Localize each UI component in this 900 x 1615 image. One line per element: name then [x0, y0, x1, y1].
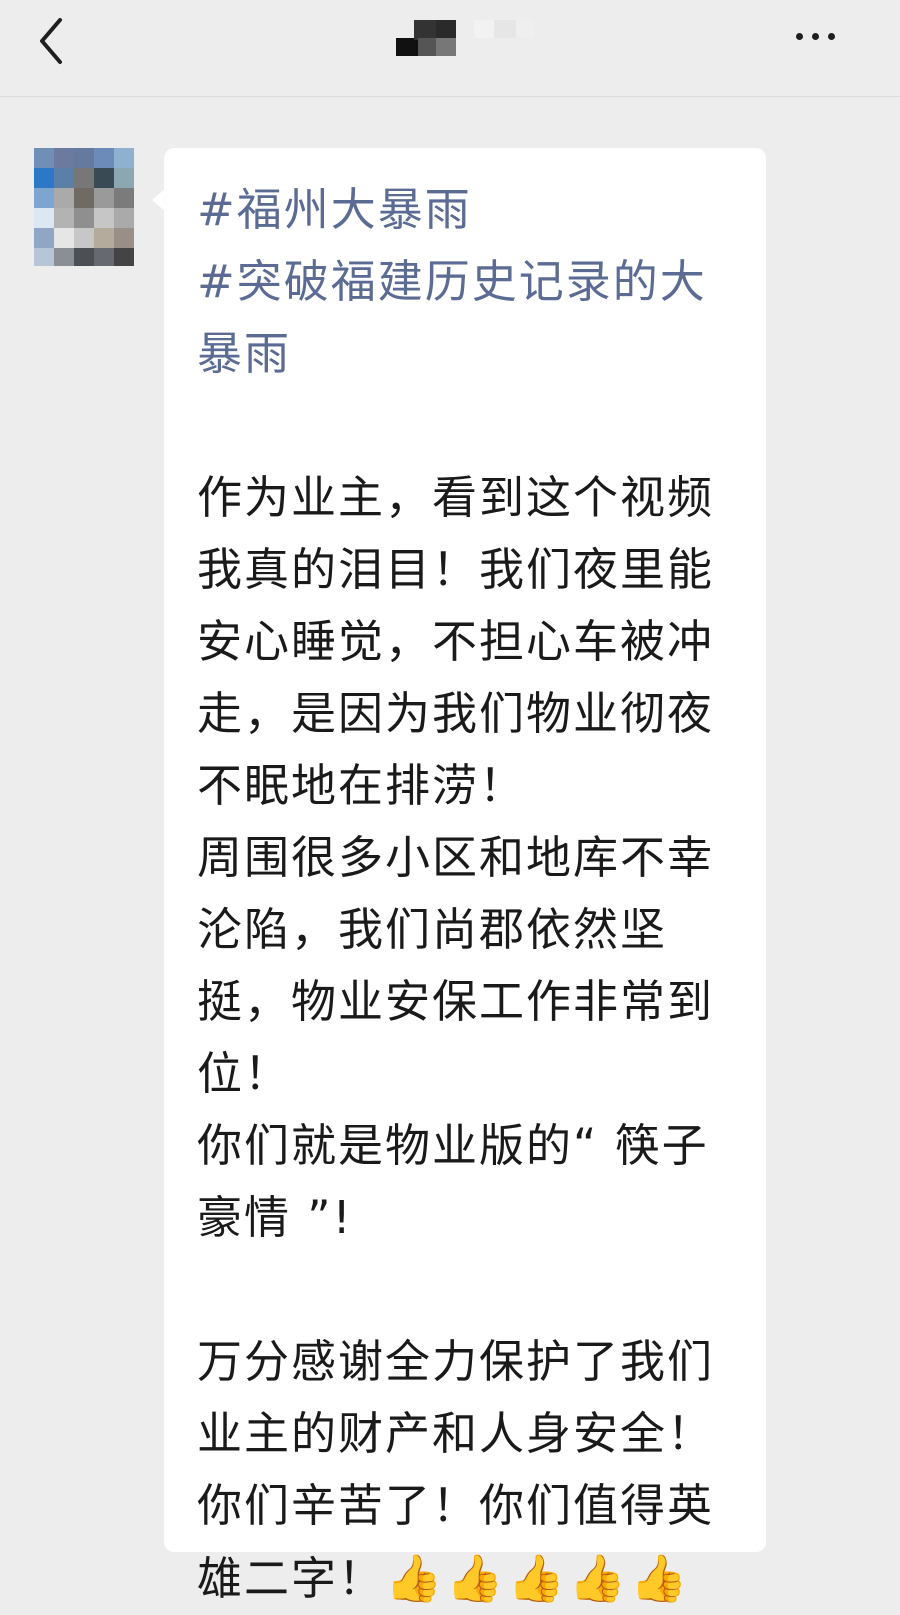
chat-title-redacted [396, 18, 546, 62]
message-paragraph-2-block: 万分感谢全力保护了我们业主的财产和人身安全！ 你们辛苦了！你们值得英雄二字！👍👍… [197, 1326, 746, 1615]
user-avatar-icon[interactable] [34, 148, 134, 266]
message-bubble[interactable]: #福州大暴雨 #突破福建历史记录的大暴雨 作为业主，看到这个视频我真的泪目！我们… [164, 148, 766, 1605]
hashtag-link[interactable]: #福州大暴雨 [197, 174, 746, 246]
hashtag-link[interactable]: #突破福建历史记录的大暴雨 [197, 246, 746, 390]
top-navigation-bar [0, 0, 900, 97]
more-options-button[interactable] [790, 10, 854, 62]
back-button[interactable] [30, 8, 80, 68]
chevron-left-icon [40, 18, 62, 64]
thumbs-up-icon: 👍👍👍👍👍 [385, 1551, 692, 1605]
message-paragraph-1: 作为业主，看到这个视频我真的泪目！我们夜里能安心睡觉，不担心车被冲走，是因为我们… [197, 471, 715, 1244]
